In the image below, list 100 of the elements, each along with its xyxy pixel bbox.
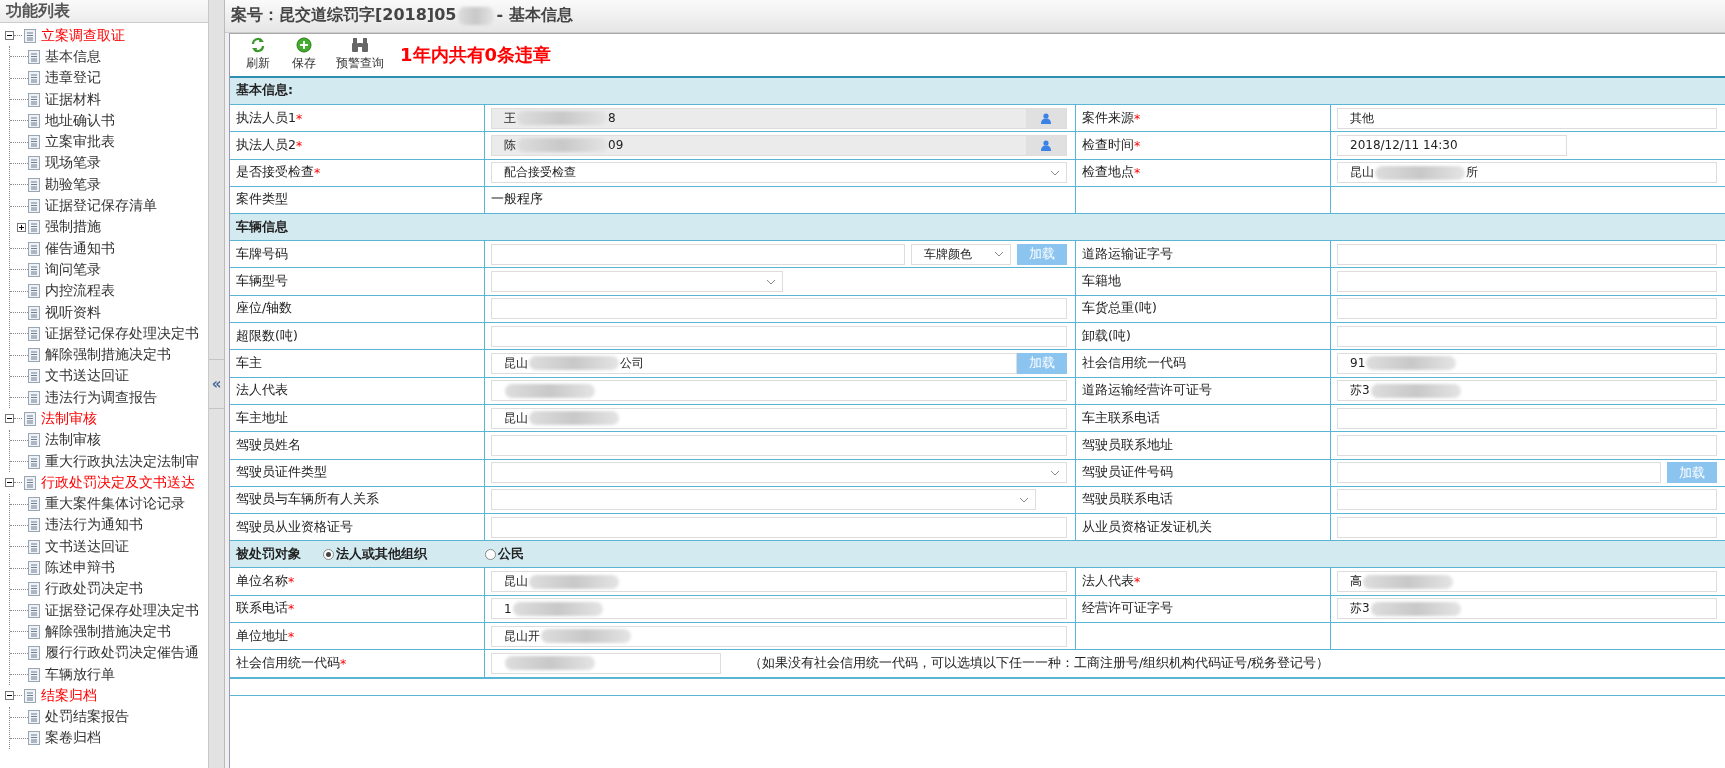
text-field[interactable] (1337, 434, 1717, 456)
text-field[interactable] (491, 243, 905, 265)
field-label: 座位/轴数 (236, 300, 293, 318)
tree-item[interactable]: 车辆放行单 (45, 665, 115, 684)
text-field[interactable]: 高 (1337, 571, 1717, 593)
tree-item[interactable]: 重大案件集体讨论记录 (45, 495, 185, 514)
text-field[interactable]: 其他 (1337, 107, 1717, 129)
person-picker-field[interactable]: 王 8 (491, 107, 1067, 129)
field-label: 车主联系电话 (1082, 409, 1160, 427)
text-field[interactable] (491, 298, 1067, 320)
text-field[interactable]: 苏3 (1337, 380, 1717, 402)
tree-item[interactable]: 处罚结案报告 (45, 708, 129, 727)
document-icon (28, 390, 40, 405)
tree-item[interactable]: 履行行政处罚决定催告通 (45, 644, 199, 663)
tree-item[interactable]: 基本信息 (45, 47, 101, 66)
tree-group[interactable]: 结案归档 (41, 686, 97, 705)
tree-item[interactable]: 证据登记保存处理决定书 (45, 601, 199, 620)
text-field[interactable]: 1 (491, 598, 1067, 620)
text-field[interactable]: 91 (1337, 352, 1717, 374)
collapse-button[interactable]: « (209, 359, 224, 409)
text-field[interactable]: 昆山 (491, 407, 1067, 429)
tree-item[interactable]: 地址确认书 (45, 111, 115, 130)
section-title: 车辆信息 (236, 218, 288, 236)
collapse-icon[interactable] (5, 414, 14, 424)
text-field[interactable] (1337, 489, 1717, 511)
tree-item[interactable]: 行政处罚决定书 (45, 580, 143, 599)
tree-group[interactable]: 立案调查取证 (41, 26, 125, 45)
text-field[interactable] (1337, 298, 1717, 320)
text-field[interactable] (1337, 243, 1717, 265)
tree-item[interactable]: 解除强制措施决定书 (45, 622, 171, 641)
required-mark: * (1134, 165, 1141, 181)
text-field[interactable]: 昆山 所 (1337, 162, 1717, 184)
tree-item[interactable]: 视听资料 (45, 303, 101, 322)
tree-group[interactable]: 行政处罚决定及文书送达 (41, 473, 195, 492)
tree-item[interactable]: 违法行为通知书 (45, 516, 143, 535)
tree-item[interactable]: 现场笔录 (45, 154, 101, 173)
tree-item[interactable]: 强制措施 (45, 218, 101, 237)
field-label: 超限数(吨) (236, 327, 298, 345)
text-field[interactable] (491, 380, 1067, 402)
text-field[interactable] (1337, 407, 1717, 429)
radio-button[interactable] (323, 548, 334, 560)
text-field[interactable] (1337, 462, 1661, 484)
dropdown[interactable] (491, 462, 1067, 484)
dropdown[interactable] (491, 489, 1036, 511)
field-label: 从业员资格证发证机关 (1082, 518, 1212, 536)
tree-item[interactable]: 勘验笔录 (45, 175, 101, 194)
chevron-down-icon (1050, 169, 1060, 176)
text-field[interactable] (491, 325, 1067, 347)
tree-item[interactable]: 文书送达回证 (45, 367, 129, 386)
text-field[interactable] (491, 652, 721, 674)
dropdown[interactable]: 配合接受检查 (491, 162, 1067, 184)
document-icon (28, 646, 40, 661)
field-label: 法人代表 (1082, 573, 1134, 591)
text-field[interactable]: 2018/12/11 14:30 (1337, 134, 1567, 156)
tree-item[interactable]: 文书送达回证 (45, 537, 129, 556)
tree-item[interactable]: 内控流程表 (45, 282, 115, 301)
required-mark: * (295, 110, 303, 126)
text-field[interactable]: 苏3 (1337, 598, 1717, 620)
text-field[interactable] (1337, 325, 1717, 347)
binoculars-icon (351, 37, 369, 54)
tree-item[interactable]: 重大行政执法决定法制审 (45, 452, 199, 471)
collapse-icon[interactable] (5, 31, 14, 41)
tree-item[interactable]: 询问笔录 (45, 260, 101, 279)
radio-label[interactable]: 法人或其他组织 (336, 545, 427, 563)
toolbar-button[interactable]: 刷新 (238, 37, 278, 73)
dropdown[interactable]: 车牌颜色 (911, 243, 1011, 265)
tree-item[interactable]: 解除强制措施决定书 (45, 346, 171, 365)
person-icon[interactable] (1041, 112, 1051, 124)
tree-item[interactable]: 证据材料 (45, 90, 101, 109)
text-field[interactable] (491, 434, 1067, 456)
tree-item[interactable]: 违章登记 (45, 69, 101, 88)
text-field[interactable]: 昆山 公司 (491, 352, 1017, 374)
collapse-icon[interactable] (5, 691, 14, 701)
tree-item[interactable]: 证据登记保存清单 (45, 197, 157, 215)
tree-item[interactable]: 案卷归档 (45, 729, 101, 748)
text-field[interactable]: 昆山开 (491, 625, 1067, 647)
toolbar-button[interactable]: 预警查询 (330, 37, 390, 73)
dropdown[interactable] (491, 271, 783, 293)
text-field[interactable]: 昆山 (491, 571, 1067, 593)
field-label: 车籍地 (1082, 273, 1121, 291)
radio-button[interactable] (485, 548, 496, 560)
radio-label[interactable]: 公民 (498, 545, 524, 563)
tree-item[interactable]: 立案审批表 (45, 133, 115, 152)
text-field[interactable] (1337, 516, 1717, 538)
field-label: 执法人员1 (236, 109, 296, 127)
required-mark: * (1134, 110, 1141, 126)
person-icon[interactable] (1041, 139, 1051, 151)
expand-icon[interactable] (17, 222, 26, 232)
document-icon (28, 433, 40, 448)
tree-item[interactable]: 陈述申辩书 (45, 559, 115, 578)
collapse-icon[interactable] (5, 478, 14, 488)
tree-group[interactable]: 法制审核 (41, 410, 97, 428)
toolbar-button[interactable]: 保存 (284, 37, 324, 73)
tree-item[interactable]: 法制审核 (45, 431, 101, 450)
text-field[interactable] (1337, 271, 1717, 293)
tree-item[interactable]: 证据登记保存处理决定书 (45, 324, 199, 343)
text-field[interactable] (491, 516, 1067, 538)
tree-item[interactable]: 催告通知书 (45, 239, 115, 258)
person-picker-field[interactable]: 陈 09 (491, 134, 1067, 156)
tree-item[interactable]: 违法行为调查报告 (45, 388, 157, 407)
